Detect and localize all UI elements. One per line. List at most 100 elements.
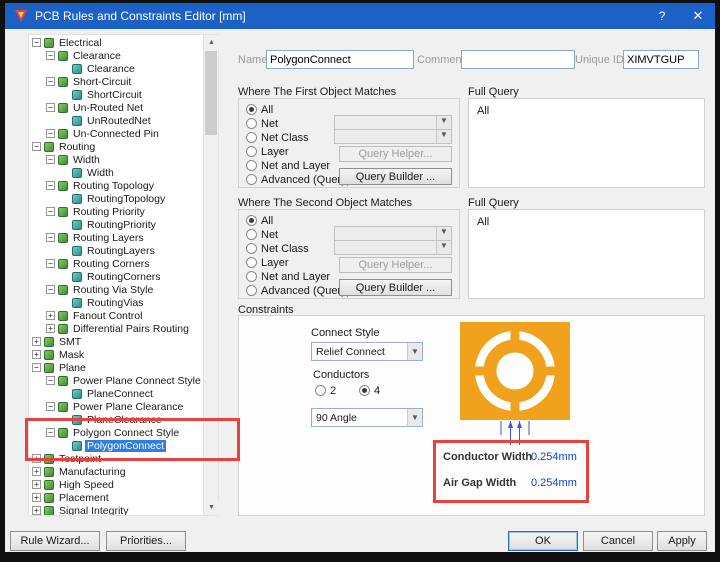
collapse-icon[interactable]: − — [46, 77, 55, 86]
radio-layer[interactable] — [246, 257, 257, 268]
tree-item[interactable]: RoutingLayers — [29, 244, 203, 257]
radio-all[interactable] — [246, 215, 257, 226]
radio-conductors-4[interactable] — [359, 385, 370, 396]
tree-item[interactable]: +SMT — [29, 335, 203, 348]
collapse-icon[interactable]: − — [46, 402, 55, 411]
tree-item[interactable]: +Manufacturing — [29, 465, 203, 478]
radio-net-and-layer[interactable] — [246, 271, 257, 282]
conductor-width-value[interactable]: 0.254mm — [531, 450, 577, 464]
collapse-icon[interactable]: − — [32, 363, 41, 372]
radio-net-class[interactable] — [246, 132, 257, 143]
connect-style-combo[interactable]: Relief Connect ▼ — [311, 342, 423, 361]
conductors-4-option[interactable]: 4 — [359, 384, 380, 397]
close-button[interactable]: ✕ — [681, 3, 715, 29]
match2-option-net[interactable]: Net — [246, 228, 278, 241]
collapse-icon[interactable]: − — [32, 38, 41, 47]
radio-net-and-layer[interactable] — [246, 160, 257, 171]
radio-net[interactable] — [246, 118, 257, 129]
tree-item[interactable]: PlaneConnect — [29, 387, 203, 400]
collapse-icon[interactable]: − — [46, 285, 55, 294]
collapse-icon[interactable]: − — [46, 428, 55, 437]
ok-button[interactable]: OK — [508, 531, 578, 551]
tree-item[interactable]: −Routing Priority — [29, 205, 203, 218]
rule-wizard-button[interactable]: Rule Wizard... — [10, 531, 100, 551]
tree-item[interactable]: PlaneClearance — [29, 413, 203, 426]
match2-option-netclass[interactable]: Net Class — [246, 242, 309, 255]
match1-option-netandlayer[interactable]: Net and Layer — [246, 159, 330, 172]
cancel-button[interactable]: Cancel — [583, 531, 653, 551]
tree-scrollbar[interactable]: ▲ ▼ — [203, 35, 218, 515]
expand-icon[interactable]: + — [32, 480, 41, 489]
collapse-icon[interactable]: − — [46, 129, 55, 138]
collapse-icon[interactable]: − — [46, 155, 55, 164]
match1-option-all[interactable]: All — [246, 103, 273, 116]
tree-item[interactable]: −Width — [29, 153, 203, 166]
tree-item[interactable]: UnRoutedNet — [29, 114, 203, 127]
priorities-button[interactable]: Priorities... — [106, 531, 186, 551]
match2-option-advanced[interactable]: Advanced (Query) — [246, 284, 350, 297]
tree-item[interactable]: −Un-Connected Pin — [29, 127, 203, 140]
tree-item[interactable]: RoutingPriority — [29, 218, 203, 231]
tree-item[interactable]: −Routing Via Style — [29, 283, 203, 296]
match2-option-all[interactable]: All — [246, 214, 273, 227]
tree-item[interactable]: RoutingTopology — [29, 192, 203, 205]
tree-item[interactable]: PolygonConnect — [29, 439, 203, 452]
match1-option-layer[interactable]: Layer — [246, 145, 289, 158]
expand-icon[interactable]: + — [32, 454, 41, 463]
radio-all[interactable] — [246, 104, 257, 115]
expand-icon[interactable]: + — [32, 506, 41, 515]
scrollbar-thumb[interactable] — [205, 51, 217, 135]
query-builder-button[interactable]: Query Builder ... — [339, 168, 452, 185]
tree-item[interactable]: −Un-Routed Net — [29, 101, 203, 114]
match2-option-layer[interactable]: Layer — [246, 256, 289, 269]
tree-item[interactable]: ShortCircuit — [29, 88, 203, 101]
apply-button[interactable]: Apply — [657, 531, 707, 551]
angle-combo[interactable]: 90 Angle ▼ — [311, 408, 423, 427]
help-button[interactable]: ? — [645, 3, 679, 29]
scroll-down-icon[interactable]: ▼ — [204, 500, 219, 515]
tree-item[interactable]: −Routing Corners — [29, 257, 203, 270]
radio-net-class[interactable] — [246, 243, 257, 254]
tree-item[interactable]: −Polygon Connect Style — [29, 426, 203, 439]
tree-item[interactable]: +Differential Pairs Routing — [29, 322, 203, 335]
conductors-2-option[interactable]: 2 — [315, 384, 336, 397]
radio-net[interactable] — [246, 229, 257, 240]
tree-item[interactable]: −Power Plane Clearance — [29, 400, 203, 413]
tree-item[interactable]: +High Speed — [29, 478, 203, 491]
tree-item[interactable]: +Signal Integrity — [29, 504, 203, 515]
tree-item[interactable]: RoutingCorners — [29, 270, 203, 283]
name-input[interactable] — [266, 50, 414, 69]
tree-item[interactable]: −Routing — [29, 140, 203, 153]
match1-option-netclass[interactable]: Net Class — [246, 131, 309, 144]
collapse-icon[interactable]: − — [46, 233, 55, 242]
tree-item[interactable]: Clearance — [29, 62, 203, 75]
match1-option-advanced[interactable]: Advanced (Query) — [246, 173, 350, 186]
scroll-up-icon[interactable]: ▲ — [204, 35, 219, 50]
expand-icon[interactable]: + — [32, 467, 41, 476]
match1-option-net[interactable]: Net — [246, 117, 278, 130]
query-builder-button[interactable]: Query Builder ... — [339, 279, 452, 296]
collapse-icon[interactable]: − — [46, 103, 55, 112]
tree-item[interactable]: +Mask — [29, 348, 203, 361]
tree-item[interactable]: +Placement — [29, 491, 203, 504]
tree-item[interactable]: Width — [29, 166, 203, 179]
collapse-icon[interactable]: − — [46, 51, 55, 60]
collapse-icon[interactable]: − — [46, 376, 55, 385]
radio-advanced-query[interactable] — [246, 174, 257, 185]
radio-advanced-query[interactable] — [246, 285, 257, 296]
collapse-icon[interactable]: − — [46, 207, 55, 216]
match2-option-netandlayer[interactable]: Net and Layer — [246, 270, 330, 283]
radio-layer[interactable] — [246, 146, 257, 157]
collapse-icon[interactable]: − — [46, 181, 55, 190]
collapse-icon[interactable]: − — [32, 142, 41, 151]
tree-item[interactable]: +Testpoint — [29, 452, 203, 465]
comment-input[interactable] — [461, 50, 575, 69]
tree-item[interactable]: −Routing Topology — [29, 179, 203, 192]
tree-item[interactable]: RoutingVias — [29, 296, 203, 309]
radio-conductors-2[interactable] — [315, 385, 326, 396]
tree-item[interactable]: −Clearance — [29, 49, 203, 62]
air-gap-width-value[interactable]: 0.254mm — [531, 476, 577, 490]
expand-icon[interactable]: + — [46, 324, 55, 333]
collapse-icon[interactable]: − — [46, 259, 55, 268]
tree-item[interactable]: −Short-Circuit — [29, 75, 203, 88]
